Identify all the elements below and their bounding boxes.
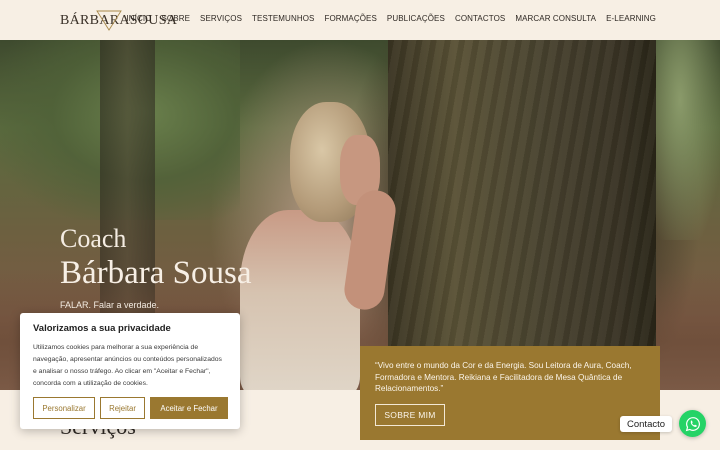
hero-subtitle: Coach <box>60 224 127 253</box>
whatsapp-icon <box>685 416 700 431</box>
hero-text: Coach Bárbara Sousa FALAR. Falar a verda… <box>60 224 252 310</box>
cookie-body: Utilizamos cookies para melhorar a sua e… <box>33 344 222 387</box>
nav-item-formacoes[interactable]: FORMAÇÕES <box>324 14 376 23</box>
hero-tagline: FALAR. Falar a verdade. <box>60 300 160 310</box>
site-header: BÁRBARASOUSA INÍCIO SOBRE SERVIÇOS TESTE… <box>0 0 720 40</box>
quote-text: “Vivo entre o mundo da Cor e da Energia.… <box>375 361 632 393</box>
nav-item-servicos[interactable]: SERVIÇOS <box>200 14 242 23</box>
nav-item-marcar-consulta[interactable]: MARCAR CONSULTA <box>515 14 596 23</box>
page: BÁRBARASOUSA INÍCIO SOBRE SERVIÇOS TESTE… <box>0 0 720 450</box>
cookie-buttons: Personalizar Rejeitar Aceitar e Fechar <box>33 397 228 419</box>
hero-tree-trunk <box>388 40 656 390</box>
hero-title: Bárbara Sousa <box>60 255 252 291</box>
nav-item-e-learning[interactable]: E-LEARNING <box>606 14 656 23</box>
accept-button[interactable]: Aceitar e Fechar <box>150 397 228 419</box>
quote-box: “Vivo entre o mundo da Cor e da Energia.… <box>360 346 660 440</box>
nav-item-sobre[interactable]: SOBRE <box>162 14 191 23</box>
cookie-banner: Valorizamos a sua privacidade Utilizamos… <box>20 313 240 429</box>
nav-item-testemunhos[interactable]: TESTEMUNHOS <box>252 14 314 23</box>
hero-woman-body <box>240 210 360 390</box>
whatsapp-label[interactable]: Contacto <box>620 416 673 432</box>
nav-item-contactos[interactable]: CONTACTOS <box>455 14 505 23</box>
customize-button[interactable]: Personalizar <box>33 397 95 419</box>
main-nav: INÍCIO SOBRE SERVIÇOS TESTEMUNHOS FORMAÇ… <box>116 14 656 23</box>
about-me-button[interactable]: SOBRE MIM <box>375 404 445 426</box>
cookie-title: Valorizamos a sua privacidade <box>33 323 171 334</box>
nav-item-inicio[interactable]: INÍCIO <box>126 14 151 23</box>
whatsapp-button[interactable] <box>679 410 706 437</box>
nav-item-publicacoes[interactable]: PUBLICAÇÕES <box>387 14 445 23</box>
reject-button[interactable]: Rejeitar <box>100 397 145 419</box>
